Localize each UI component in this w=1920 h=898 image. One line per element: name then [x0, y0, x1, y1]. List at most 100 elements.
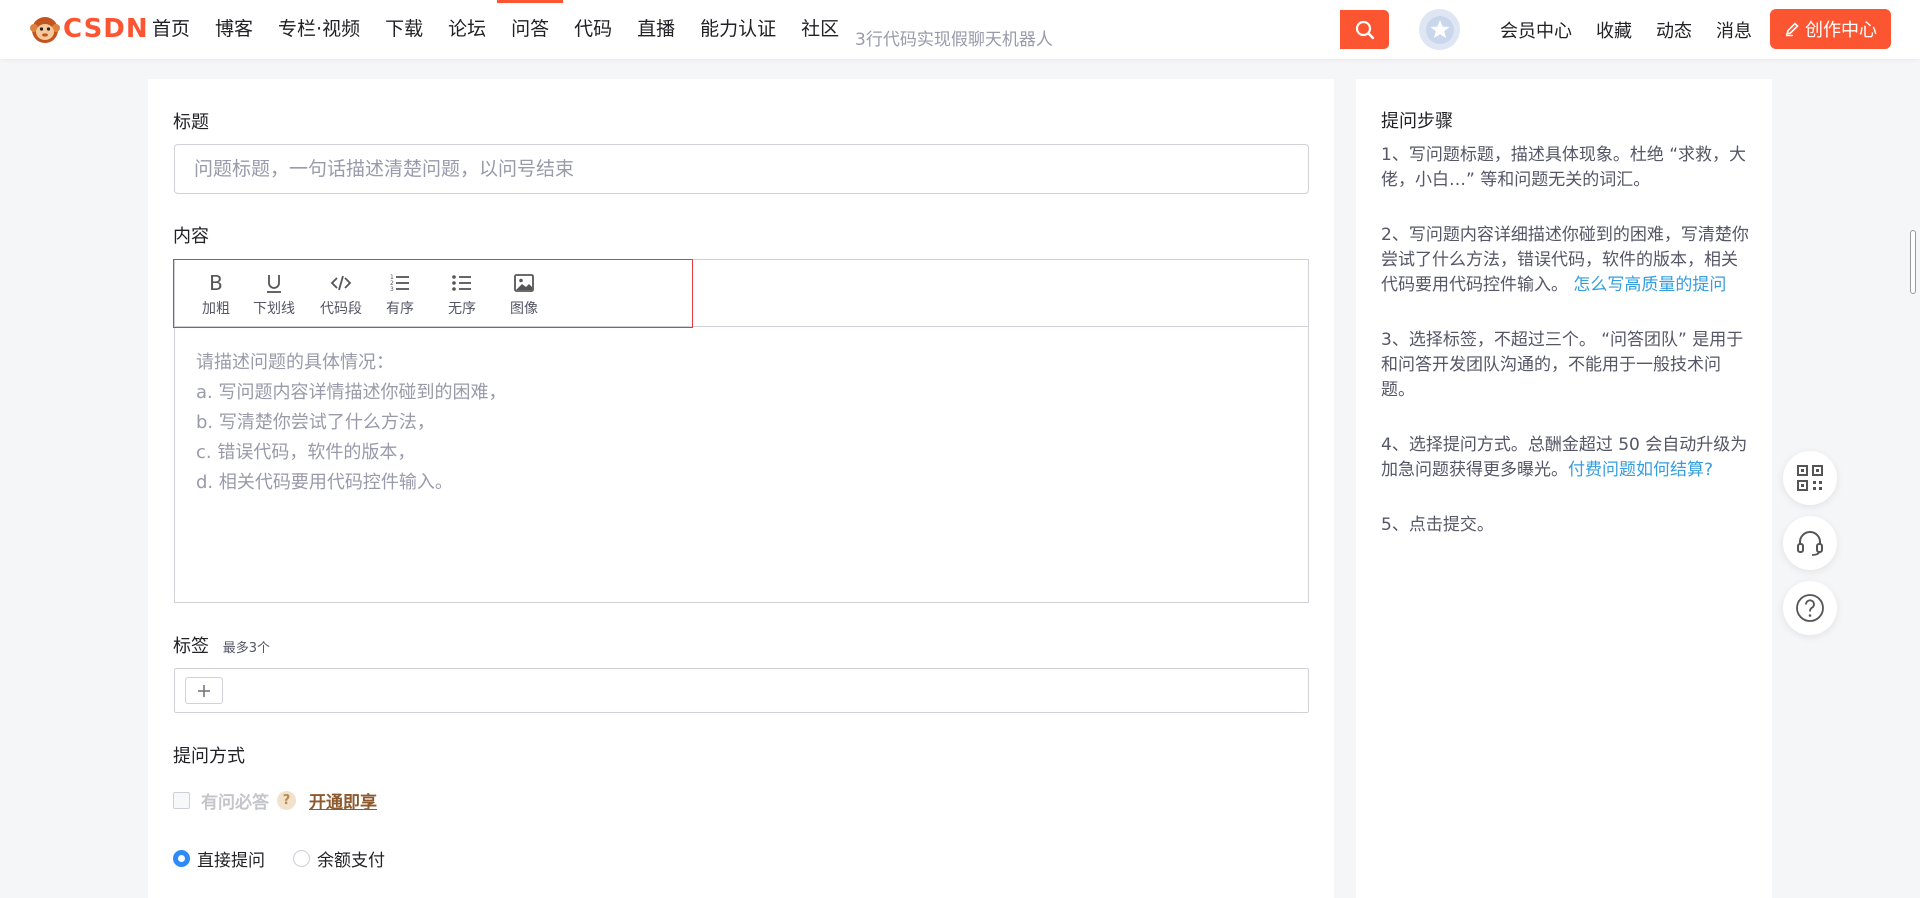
header-link-1[interactable]: 收藏	[1596, 17, 1632, 43]
image-icon	[514, 274, 534, 292]
qrcode-button[interactable]	[1783, 451, 1837, 505]
toolbar-label: 无序	[448, 301, 476, 317]
tags-label: 标签 最多3个	[173, 632, 270, 658]
must-answer-label: 有问必答	[201, 793, 269, 813]
nav-item-1[interactable]: 博客	[215, 0, 253, 59]
toolbar-image-button[interactable]: 图像	[494, 270, 554, 318]
tags-label-text: 标签	[173, 636, 209, 657]
underline-icon	[267, 275, 281, 293]
nav-item-2[interactable]: 专栏·视频	[278, 0, 360, 59]
steps-title: 提问步骤	[1381, 111, 1453, 132]
search-icon	[1355, 20, 1374, 39]
code-icon-wrap	[329, 270, 353, 296]
step-help-link[interactable]: 怎么写高质量的提问	[1573, 275, 1726, 295]
step-item-1: 1、写问题标题，描述具体现象。杜绝 “求救，大佬，小白…” 等和问题无关的词汇。	[1381, 143, 1751, 193]
nav-item-4[interactable]: 论坛	[448, 0, 486, 59]
step-text: 3、选择标签，不超过三个。 “问答团队” 是用于和问答开发团队沟通的，不能用于一…	[1381, 330, 1744, 400]
nav-item-3[interactable]: 下载	[385, 0, 423, 59]
tags-input[interactable]	[174, 668, 1309, 713]
help-badge-icon[interactable]: ?	[277, 791, 296, 810]
nav-item-8[interactable]: 能力认证	[700, 0, 776, 59]
toolbar-ordered-list-button[interactable]: 1 2 3 有序	[370, 270, 430, 318]
unordered-list-icon	[452, 275, 471, 291]
toolbar-unordered-list-button[interactable]: 无序	[432, 270, 492, 318]
customer-service-button[interactable]	[1783, 516, 1837, 570]
svg-text:3: 3	[390, 286, 394, 293]
placeholder-line: d. 相关代码要用代码控件输入。	[196, 472, 453, 493]
help-button[interactable]	[1783, 581, 1837, 635]
qrcode-icon	[1797, 465, 1823, 491]
add-tag-button[interactable]	[185, 677, 223, 704]
logo-wordmark: CSDN	[63, 14, 149, 44]
pay-option-radio-0[interactable]	[173, 850, 190, 867]
page-scrollbar[interactable]	[1910, 230, 1916, 294]
unordered-list-icon-wrap	[450, 270, 474, 296]
step-item-3: 3、选择标签，不超过三个。 “问答团队” 是用于和问答开发团队沟通的，不能用于一…	[1381, 328, 1751, 403]
nav-item-0[interactable]: 首页	[152, 0, 190, 59]
star-avatar-icon	[1425, 15, 1454, 44]
help-circle-icon	[1796, 594, 1824, 622]
toolbar-label: 加粗	[202, 301, 230, 317]
plus-icon	[198, 684, 210, 697]
toolbar-code-button[interactable]: 代码段	[311, 270, 371, 318]
pen-icon	[1785, 22, 1799, 37]
tags-hint: 最多3个	[222, 641, 271, 656]
steps-list: 1、写问题标题，描述具体现象。杜绝 “求救，大佬，小白…” 等和问题无关的词汇。…	[1381, 143, 1751, 568]
create-center-button[interactable]: 创作中心	[1770, 9, 1891, 49]
bold-icon: B	[209, 271, 223, 295]
user-avatar[interactable]	[1419, 9, 1460, 50]
step-item-5: 5、点击提交。	[1381, 513, 1751, 538]
pay-option-label-0[interactable]: 直接提问	[197, 846, 265, 871]
main-nav: 首页 博客 专栏·视频 下载 论坛 问答 代码 直播 能力认证 社区	[152, 0, 864, 59]
code-icon	[330, 275, 352, 291]
pay-method-row: 直接提问 余额支付	[173, 846, 413, 871]
toolbar-label: 图像	[510, 301, 538, 317]
toolbar-label: 有序	[386, 301, 414, 317]
step-item-4: 4、选择提问方式。总酬金超过 50 会自动升级为加急问题获得更多曝光。付费问题如…	[1381, 433, 1751, 483]
nav-item-7[interactable]: 直播	[637, 0, 675, 59]
content-placeholder[interactable]: 请描述问题的具体情况： a. 写问题内容详情描述你碰到的困难， b. 写清楚你尝试了…	[196, 348, 1288, 498]
search-button[interactable]	[1340, 10, 1389, 49]
step-text: 1、写问题标题，描述具体现象。杜绝 “求救，大佬，小白…” 等和问题无关的词汇。	[1381, 145, 1747, 190]
step-text: 5、点击提交。	[1381, 515, 1494, 535]
placeholder-line: 请描述问题的具体情况：	[196, 352, 394, 373]
content-editor[interactable]: B 加粗 下划线 代码段 1 2 3 有序 无序 图像 请描述问题的具体情况： a. 写问题内容详情…	[173, 259, 1309, 603]
nav-item-6[interactable]: 代码	[574, 0, 612, 59]
step-help-link[interactable]: 付费问题如何结算?	[1568, 460, 1713, 480]
monkey-logo-icon	[30, 17, 60, 43]
placeholder-line: a. 写问题内容详情描述你碰到的困难，	[196, 382, 507, 403]
step-item-2: 2、写问题内容详细描述你碰到的困难，写清楚你尝试了什么方法，错误代码，软件的版本…	[1381, 223, 1751, 298]
must-answer-row: 有问必答 ? 开通即享	[173, 788, 377, 813]
nav-item-5[interactable]: 问答	[497, 0, 564, 59]
toolbar-underline-button[interactable]: 下划线	[244, 270, 304, 318]
create-center-label: 创作中心	[1805, 20, 1877, 41]
vip-open-link[interactable]: 开通即享	[309, 788, 377, 813]
placeholder-line: c. 错误代码，软件的版本，	[196, 442, 416, 463]
headset-icon	[1797, 531, 1823, 556]
header-link-2[interactable]: 动态	[1656, 17, 1692, 43]
underline-icon-wrap	[262, 270, 286, 296]
question-title-input[interactable]	[174, 144, 1309, 194]
header-link-3[interactable]: 消息	[1716, 17, 1752, 43]
top-navigation-bar: CSDN 首页博客专栏·视频下载论坛问答代码直播能力认证社区 会员中心收藏动态消…	[0, 0, 1920, 69]
ask-steps-card: 提问步骤 1、写问题标题，描述具体现象。杜绝 “求救，大佬，小白…” 等和问题无…	[1356, 79, 1772, 898]
title-label: 标题	[173, 112, 209, 133]
csdn-logo[interactable]: CSDN	[29, 13, 149, 45]
pay-option-label-1[interactable]: 余额支付	[317, 846, 385, 871]
content-label: 内容	[173, 226, 209, 247]
toolbar-label: 代码段	[320, 301, 362, 317]
must-answer-checkbox[interactable]	[173, 792, 190, 809]
ordered-list-icon: 123	[390, 274, 409, 293]
question-form-card: 标题 内容 B 加粗 下划线 代码段 123 有序 无序 图像 请描述问题的具体情况： a. 写…	[148, 79, 1334, 898]
toolbar-label: 下划线	[253, 301, 295, 317]
pay-option-radio-1[interactable]	[293, 850, 310, 867]
header-link-0[interactable]: 会员中心	[1500, 17, 1572, 43]
ask-method-label: 提问方式	[173, 746, 245, 767]
toolbar-bold-button[interactable]: B 加粗	[186, 270, 246, 318]
svg-text:B: B	[209, 271, 223, 295]
placeholder-line: b. 写清楚你尝试了什么方法，	[196, 412, 435, 433]
bold-icon-wrap: B	[204, 270, 228, 296]
editor-toolbar: B 加粗 下划线 代码段 1 2 3 有序 无序 图像	[173, 259, 1308, 328]
header-links: 会员中心 收藏 动态 消息	[1500, 0, 1776, 59]
ordered-list-icon-wrap: 123	[388, 270, 412, 296]
